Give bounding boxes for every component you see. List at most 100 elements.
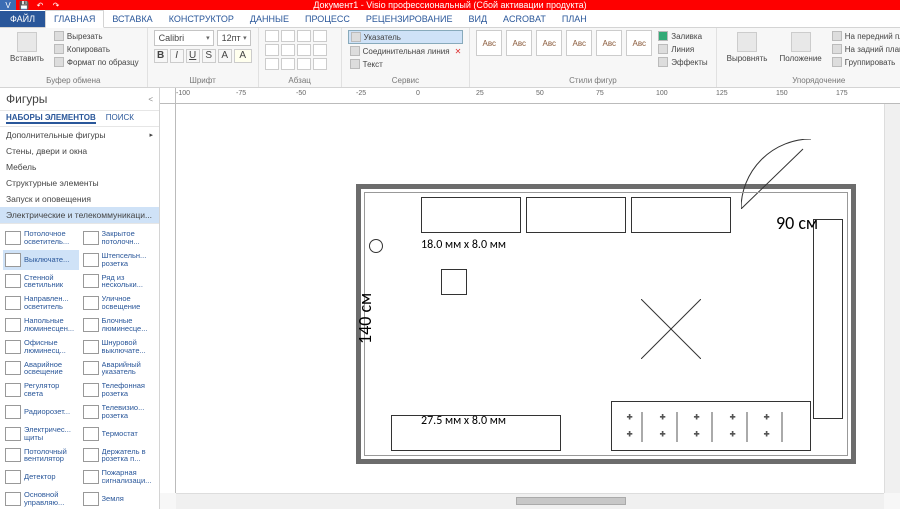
dimension-door[interactable]: 90 см (776, 212, 818, 234)
category-item[interactable]: Дополнительные фигуры▸ (0, 127, 159, 143)
stencil-item[interactable]: Пожарная сигнализаци... (81, 467, 157, 487)
line-button[interactable]: Линия (656, 43, 709, 55)
tab-acrobat[interactable]: ACROBAT (495, 11, 554, 27)
rotate-text-button[interactable] (297, 58, 311, 70)
app-icon[interactable]: V (0, 0, 16, 10)
stencil-item[interactable]: Блочные люминесце... (81, 315, 157, 335)
category-item[interactable]: Запуск и оповещения (0, 191, 159, 207)
furniture-top-3[interactable] (631, 197, 731, 233)
stencil-item[interactable]: Напольные люминесцен... (3, 315, 79, 335)
tab-process[interactable]: ПРОЦЕСС (297, 11, 358, 27)
outlet-shape[interactable] (369, 239, 383, 253)
bring-front-button[interactable]: На передний план (830, 30, 900, 42)
stencil-item[interactable]: Стенной светильник (3, 272, 79, 292)
strike-button[interactable]: S (202, 49, 216, 63)
shapes-tab-search[interactable]: ПОИСК (106, 113, 134, 124)
style-4[interactable]: Aвс (566, 30, 592, 56)
align-left-button[interactable] (265, 30, 279, 42)
stencil-item[interactable]: Электричес... щиты (3, 424, 79, 444)
stencil-item[interactable]: Держатель в розетка п... (81, 446, 157, 466)
stencil-item[interactable]: Радиорозет... (3, 402, 79, 422)
stencil-item[interactable]: Телевизио... розетка (81, 402, 157, 422)
stencil-item[interactable]: Аварийное освещение (3, 359, 79, 379)
ruler-horizontal[interactable]: -100-75-50-250255075100125150175 (176, 88, 900, 104)
style-6[interactable]: Aвс (626, 30, 652, 56)
font-size-up-button[interactable]: A (218, 49, 232, 63)
furniture-top-2[interactable] (526, 197, 626, 233)
align-center-button[interactable] (281, 30, 295, 42)
align-justify-button[interactable] (313, 30, 327, 42)
style-5[interactable]: Aвс (596, 30, 622, 56)
style-gallery[interactable]: Aвс Aвс Aвс Aвс Aвс Aвс (476, 30, 652, 56)
stencil-item[interactable]: Ряд из нескольки... (81, 272, 157, 292)
style-2[interactable]: Aвс (506, 30, 532, 56)
dimension-label-top[interactable]: 18.0 мм x 8.0 мм (421, 238, 506, 252)
send-back-button[interactable]: На задний план (830, 43, 900, 55)
stencil-item[interactable]: Основной управляю... (3, 489, 79, 509)
sofa-shape[interactable]: ++ ++ ++ ++ ++ (611, 401, 811, 451)
save-icon[interactable]: 💾 (16, 0, 32, 10)
stencil-item[interactable]: Регулятор света (3, 380, 79, 400)
stencil-item[interactable]: Шнуровой выключате... (81, 337, 157, 357)
align-top-button[interactable] (265, 44, 279, 56)
text-tool-button[interactable]: Текст (348, 58, 464, 70)
scrollbar-vertical[interactable] (884, 104, 900, 493)
align-bottom-button[interactable] (297, 44, 311, 56)
tab-review[interactable]: РЕЦЕНЗИРОВАНИЕ (358, 11, 461, 27)
indent-inc-button[interactable] (281, 58, 295, 70)
tab-data[interactable]: ДАННЫЕ (242, 11, 297, 27)
category-item[interactable]: Мебель (0, 159, 159, 175)
stencil-item[interactable]: Потолочный вентилятор (3, 446, 79, 466)
dimension-label-bottom[interactable]: 27.5 мм x 8.0 мм (421, 414, 506, 428)
tab-design[interactable]: КОНСТРУКТОР (161, 11, 242, 27)
cut-button[interactable]: Вырезать (52, 30, 141, 42)
tab-file[interactable]: ФАЙЛ (0, 11, 45, 27)
furniture-top-1[interactable] (421, 197, 521, 233)
bullets-button[interactable] (313, 44, 327, 56)
drawing-canvas[interactable]: ++ ++ ++ ++ ++ 18.0 мм x 8.0 мм 27.5 мм … (176, 104, 884, 493)
position-button[interactable]: Положение (775, 30, 825, 65)
category-item[interactable]: Стены, двери и окна (0, 143, 159, 159)
stencil-item[interactable]: Земля (81, 489, 157, 509)
style-1[interactable]: Aвс (476, 30, 502, 56)
pointer-tool-button[interactable]: Указатель (348, 30, 464, 44)
stencil-item[interactable]: Офисные люминесц... (3, 337, 79, 357)
stencil-item[interactable]: Потолочное осветитель... (3, 228, 79, 248)
tab-insert[interactable]: ВСТАВКА (104, 11, 160, 27)
paragraph-more-button[interactable] (313, 58, 327, 70)
stencil-item[interactable]: Направлен... осветитель (3, 293, 79, 313)
scrollbar-horizontal[interactable] (176, 493, 884, 509)
italic-button[interactable]: I (170, 49, 184, 63)
cabinet-shape[interactable] (813, 219, 843, 419)
stencil-item[interactable]: Уличное освещение (81, 293, 157, 313)
indent-dec-button[interactable] (265, 58, 279, 70)
shapes-collapse-icon[interactable]: < (148, 95, 153, 104)
group-button[interactable]: Группировать (830, 56, 900, 68)
category-item[interactable]: Структурные элементы (0, 175, 159, 191)
stencil-item[interactable]: Закрытое потолочн... (81, 228, 157, 248)
shapes-tab-sets[interactable]: НАБОРЫ ЭЛЕМЕНТОВ (6, 113, 96, 124)
font-color-button[interactable]: A (234, 49, 252, 63)
align-button[interactable]: Выровнять (723, 30, 772, 65)
align-middle-button[interactable] (281, 44, 295, 56)
copy-button[interactable]: Копировать (52, 43, 141, 55)
undo-icon[interactable]: ↶ (32, 0, 48, 10)
ruler-vertical[interactable] (160, 104, 176, 493)
style-3[interactable]: Aвс (536, 30, 562, 56)
category-item[interactable]: Электрические и телекоммуникаци... (0, 207, 159, 223)
tab-view[interactable]: ВИД (460, 11, 495, 27)
redo-icon[interactable]: ↷ (48, 0, 64, 10)
font-size-combo[interactable]: 12пт (217, 30, 251, 46)
bold-button[interactable]: B (154, 49, 168, 63)
fill-button[interactable]: Заливка (656, 30, 709, 42)
dimension-vertical[interactable]: 140 см (354, 293, 376, 344)
furniture-square[interactable] (441, 269, 467, 295)
stencil-item[interactable]: Штепсельн... розетка (81, 250, 157, 270)
paste-button[interactable]: Вставить (6, 30, 48, 65)
effects-button[interactable]: Эффекты (656, 56, 709, 68)
scrollbar-thumb[interactable] (516, 497, 626, 505)
stencil-item[interactable]: Термостат (81, 424, 157, 444)
stencil-item[interactable]: Телефонная розетка (81, 380, 157, 400)
tab-home[interactable]: ГЛАВНАЯ (45, 10, 104, 28)
format-painter-button[interactable]: Формат по образцу (52, 56, 141, 68)
